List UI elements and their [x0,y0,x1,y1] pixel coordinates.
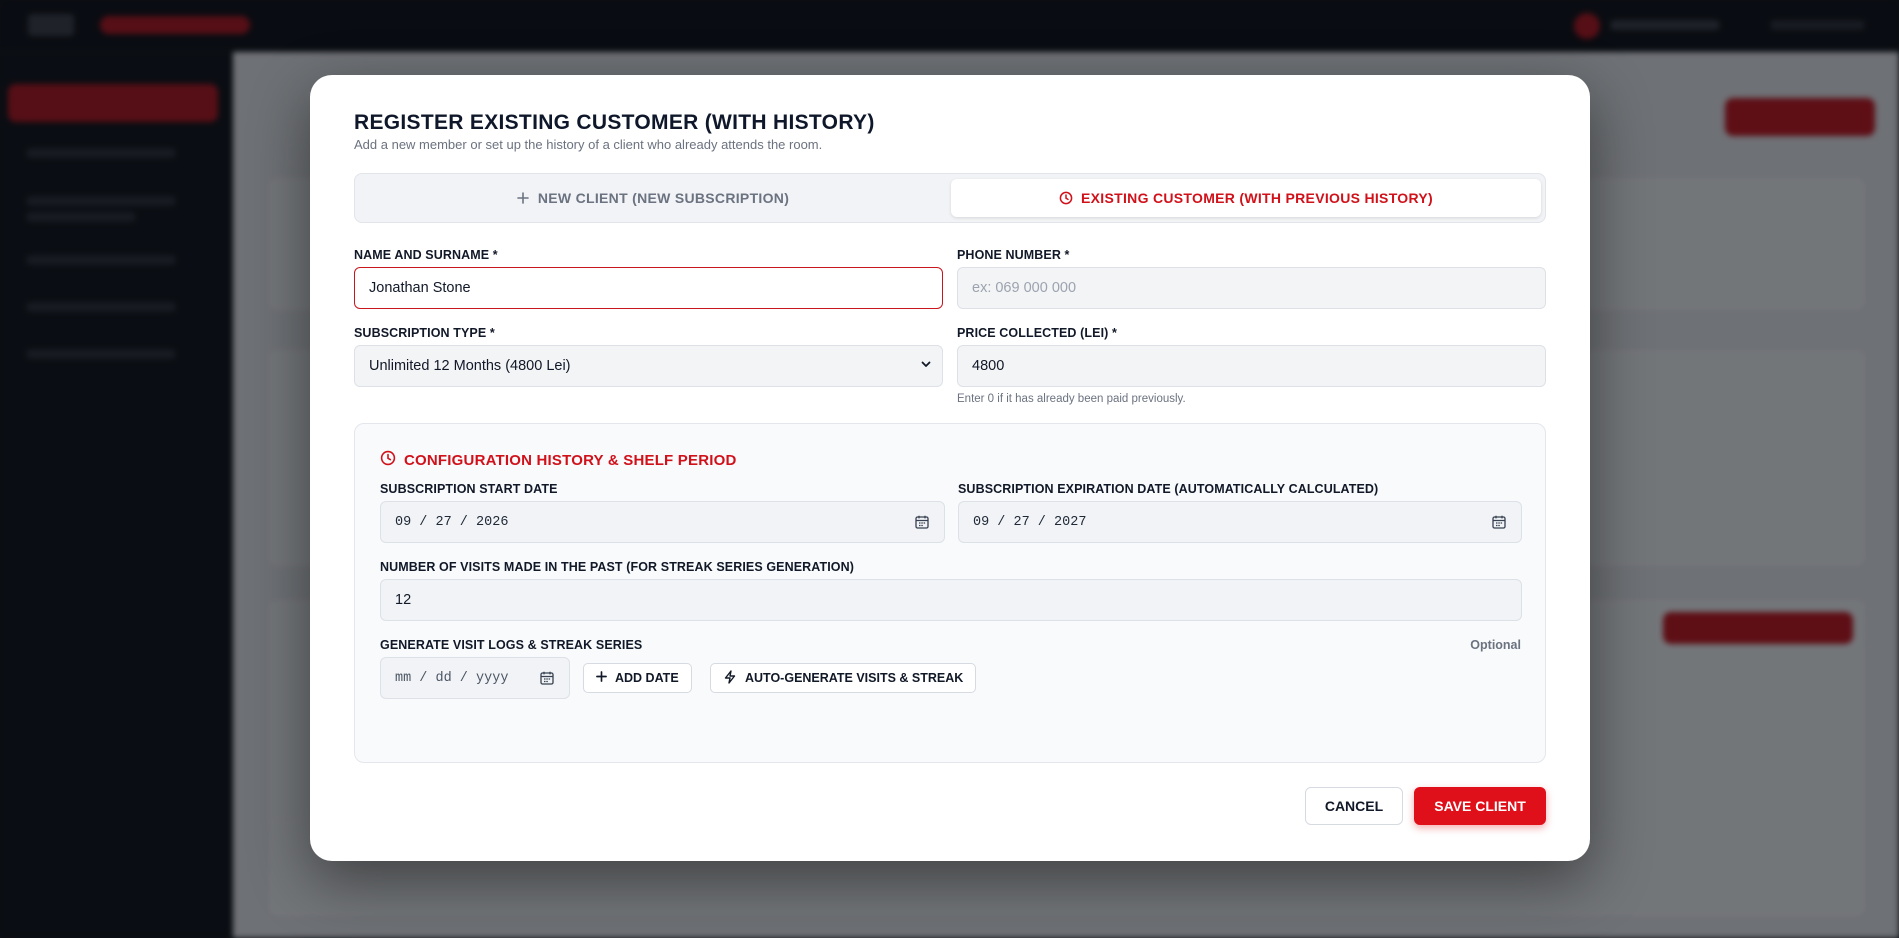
visit-log-date-input[interactable]: mm / dd / yyyy [380,657,570,699]
visit-logs-label: GENERATE VISIT LOGS & STREAK SERIES [380,638,643,652]
clock-icon [380,450,396,470]
auto-generate-button[interactable]: AUTO-GENERATE VISITS & STREAK [710,663,977,693]
calendar-icon[interactable] [914,514,930,530]
start-date-label: SUBSCRIPTION START DATE [380,482,558,496]
calendar-icon[interactable] [539,670,555,686]
past-visits-label: NUMBER OF VISITS MADE IN THE PAST (FOR S… [380,560,855,574]
start-date-input[interactable]: 09 / 27 / 2026 [380,501,945,543]
register-customer-modal: REGISTER EXISTING CUSTOMER (WITH HISTORY… [310,75,1590,861]
phone-input-placeholder: ex: 069 000 000 [972,280,1077,296]
modal-subtitle: Add a new member or set up the history o… [354,137,823,152]
cancel-button[interactable]: CANCEL [1305,787,1403,825]
start-date-value: 09 / 27 / 2026 [395,514,509,530]
past-visits-value: 12 [395,592,412,608]
subscription-type-select[interactable]: Unlimited 12 Months (4800 Lei) [354,345,943,387]
client-type-tabs: NEW CLIENT (NEW SUBSCRIPTION) EXISTING C… [354,173,1546,223]
save-client-button[interactable]: SAVE CLIENT [1414,787,1546,825]
history-title: CONFIGURATION HISTORY & SHELF PERIOD [380,450,737,470]
calendar-icon[interactable] [1491,514,1507,530]
optional-tag: Optional [1470,638,1521,652]
past-visits-input[interactable]: 12 [380,579,1522,621]
history-title-text: CONFIGURATION HISTORY & SHELF PERIOD [404,451,737,469]
expiration-date-value: 09 / 27 / 2027 [973,514,1087,530]
add-date-button[interactable]: ADD DATE [583,663,692,693]
tab-new-client[interactable]: NEW CLIENT (NEW SUBSCRIPTION) [360,179,945,217]
history-section: CONFIGURATION HISTORY & SHELF PERIOD SUB… [354,423,1546,763]
tab-existing-customer-label: EXISTING CUSTOMER (WITH PREVIOUS HISTORY… [1081,190,1433,206]
tab-existing-customer[interactable]: EXISTING CUSTOMER (WITH PREVIOUS HISTORY… [951,179,1541,217]
expiration-date-input[interactable]: 09 / 27 / 2027 [958,501,1522,543]
price-input-value: 4800 [972,358,1005,374]
modal-title: REGISTER EXISTING CUSTOMER (WITH HISTORY… [354,111,875,134]
visit-log-date-placeholder: mm / dd / yyyy [395,670,509,686]
add-date-label: ADD DATE [615,671,679,685]
subscription-type-label: SUBSCRIPTION TYPE * [354,326,495,340]
phone-label: PHONE NUMBER * [957,248,1070,262]
plus-icon [596,671,607,685]
tab-new-client-label: NEW CLIENT (NEW SUBSCRIPTION) [537,190,790,206]
name-input[interactable]: Jonathan Stone [354,267,943,309]
subscription-type-value: Unlimited 12 Months (4800 Lei) [369,358,571,374]
price-label: PRICE COLLECTED (LEI) * [957,326,1117,340]
price-hint: Enter 0 if it has already been paid prev… [957,393,1186,405]
chevron-down-icon [920,358,932,374]
plus-icon [516,191,530,205]
expiration-date-label: SUBSCRIPTION EXPIRATION DATE (AUTOMATICA… [958,482,1379,496]
name-input-value: Jonathan Stone [369,280,471,296]
auto-generate-label: AUTO-GENERATE VISITS & STREAK [745,671,964,685]
name-label: NAME AND SURNAME * [354,248,498,262]
lightning-icon [723,669,737,687]
clock-icon [1059,191,1073,205]
phone-input[interactable]: ex: 069 000 000 [957,267,1546,309]
price-input[interactable]: 4800 [957,345,1546,387]
